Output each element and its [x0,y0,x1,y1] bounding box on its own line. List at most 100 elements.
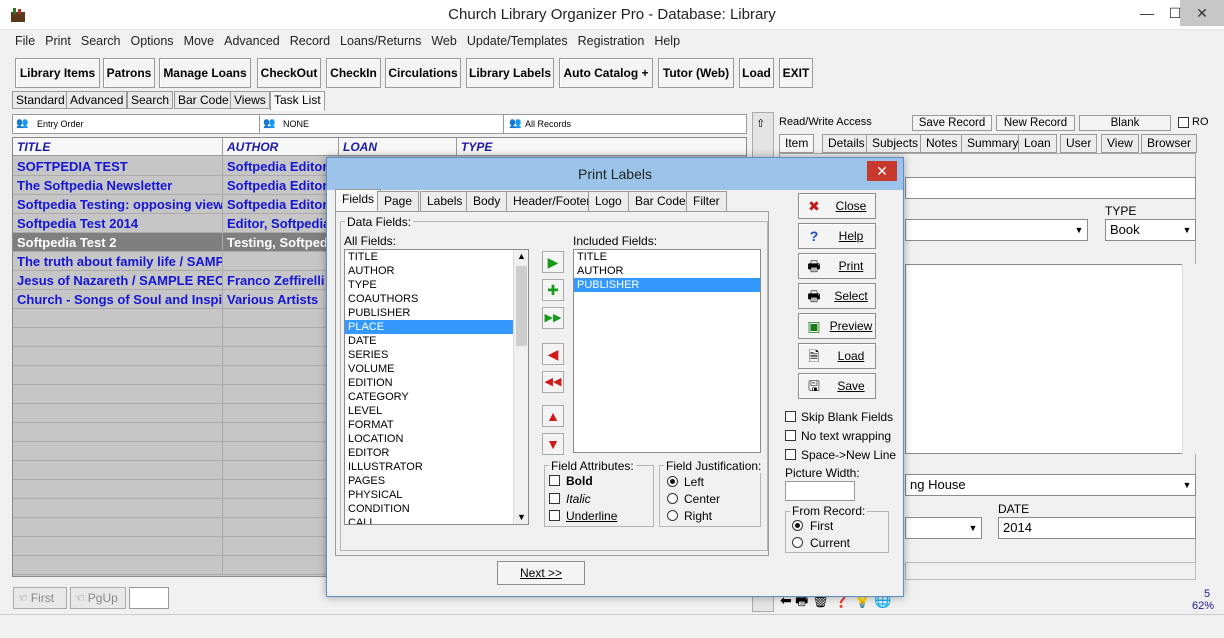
list-item[interactable]: ILLUSTRATOR [345,460,528,474]
load-labels-button[interactable]: 🗎 Load [798,343,876,369]
list-item[interactable]: TITLE [574,250,760,264]
dtab-header-footer[interactable]: Header/Footer [506,191,598,211]
print-button[interactable]: 🖶 Print [798,253,876,279]
title-field[interactable] [905,177,1196,199]
dtab-filter[interactable]: Filter [686,191,727,211]
tab-search[interactable]: Search [127,91,174,109]
left-radio[interactable] [667,476,678,487]
checkout-button[interactable]: CheckOut [257,58,321,88]
all-fields-list[interactable]: TITLE AUTHOR TYPE COAUTHORS PUBLISHER PLACE DA… [344,249,529,525]
italic-checkbox[interactable] [549,493,560,504]
rtab-item[interactable]: Item [779,134,815,153]
dtab-page[interactable]: Page [377,191,420,211]
library-labels-button[interactable]: Library Labels [466,58,554,88]
rtab-loan[interactable]: Loan [1018,134,1057,153]
column-loan[interactable]: LOAN [339,138,457,156]
select-button[interactable]: 🖶 Select [798,283,876,309]
list-item[interactable]: PAGES [345,474,528,488]
list-item[interactable]: COAUTHORS [345,292,528,306]
next-button[interactable]: Next >> [497,561,585,585]
records-selector[interactable]: All Records [525,119,571,129]
menu-advanced[interactable]: Advanced [219,31,285,51]
author-combo[interactable]: ▼ [905,219,1088,241]
move-up-arrow-icon[interactable]: ▲ [542,405,564,427]
first-button[interactable]: ☜ First [13,587,67,609]
patrons-button[interactable]: Patrons [103,58,155,88]
chevron-down-icon[interactable]: ▼ [965,518,981,538]
tab-advanced[interactable]: Advanced [66,91,128,109]
included-fields-list[interactable]: TITLE AUTHOR PUBLISHER [573,249,761,453]
rtab-browser[interactable]: Browser [1141,134,1198,153]
dialog-close-icon[interactable]: ✕ [867,161,897,181]
chevron-down-icon[interactable]: ▼ [1179,475,1195,495]
list-item[interactable]: DATE [345,334,528,348]
list-item[interactable]: PUBLISHER [345,306,528,320]
all-fields-scrollbar[interactable]: ▲ ▼ [513,250,528,524]
exit-button[interactable]: EXIT [779,58,813,88]
first-radio[interactable] [792,520,803,531]
list-item[interactable]: LOCATION [345,432,528,446]
skip-blank-checkbox[interactable] [785,411,796,422]
rtab-notes[interactable]: Notes [920,134,964,153]
list-item[interactable]: VOLUME [345,362,528,376]
list-item[interactable]: TYPE [345,278,528,292]
menu-file[interactable]: File [10,31,40,51]
auto-catalog-button[interactable]: Auto Catalog + [559,58,653,88]
list-item[interactable]: CATEGORY [345,390,528,404]
list-item[interactable]: EDITION [345,376,528,390]
save-record-button[interactable]: Save Record [912,115,992,131]
column-title[interactable]: TITLE [13,138,223,156]
list-item[interactable]: CALL [345,516,528,524]
menu-options[interactable]: Options [125,31,178,51]
circulations-button[interactable]: Circulations [385,58,461,88]
menu-web[interactable]: Web [426,31,461,51]
add-field-arrow-icon[interactable]: ▶ [542,251,564,273]
scroll-thumb[interactable] [516,266,527,346]
place-combo[interactable]: ▼ [905,517,982,539]
menu-record[interactable]: Record [285,31,335,51]
column-author[interactable]: AUTHOR [223,138,339,156]
chevron-up-icon[interactable]: ▲ [517,251,526,261]
checkin-button[interactable]: CheckIn [326,58,381,88]
bold-checkbox[interactable] [549,475,560,486]
menu-print[interactable]: Print [40,31,76,51]
rtab-user[interactable]: User [1060,134,1098,153]
center-radio[interactable] [667,493,678,504]
list-item[interactable]: CONDITION [345,502,528,516]
ro-checkbox[interactable] [1178,117,1189,128]
preview-button[interactable]: ▣ Preview [798,313,876,339]
dtab-bar-code[interactable]: Bar Code [628,191,693,211]
order-selector[interactable]: Entry Order [37,119,84,129]
list-item[interactable]: EDITOR [345,446,528,460]
list-item[interactable]: PUBLISHER [574,278,760,292]
list-item[interactable]: AUTHOR [574,264,760,278]
record-number-input[interactable] [129,587,169,609]
list-item[interactable]: FORMAT [345,418,528,432]
horizontal-scrollbar[interactable] [905,562,1196,580]
add-all-arrow-icon[interactable]: ▶▶ [542,307,564,329]
dtab-fields[interactable]: Fields [335,189,382,211]
chevron-down-icon[interactable]: ▼ [517,512,526,522]
rtab-details[interactable]: Details [822,134,871,153]
rtab-view[interactable]: View [1101,134,1139,153]
library-items-button[interactable]: Library Items [15,58,100,88]
menu-help[interactable]: Help [649,31,685,51]
pgup-button[interactable]: ☜ PgUp [70,587,126,609]
list-item[interactable]: SERIES [345,348,528,362]
current-radio[interactable] [792,537,803,548]
picture-width-input[interactable] [785,481,855,501]
list-item[interactable]: TITLE [345,250,528,264]
close-dialog-button[interactable]: ✖ Close [798,193,876,219]
chevron-down-icon[interactable]: ▼ [1179,220,1195,240]
blank-button[interactable]: Blank [1079,115,1171,131]
save-labels-button[interactable]: 🖫 Save [798,373,876,399]
list-item[interactable]: PLACE [345,320,528,334]
rtab-subjects[interactable]: Subjects [866,134,925,153]
list-item[interactable]: LEVEL [345,404,528,418]
tab-standard[interactable]: Standard [12,91,69,109]
manage-loans-button[interactable]: Manage Loans [159,58,251,88]
rtab-summary[interactable]: Summary [961,134,1025,153]
no-wrap-checkbox[interactable] [785,430,796,441]
list-item[interactable]: PHYSICAL [345,488,528,502]
load-button[interactable]: Load [739,58,774,88]
